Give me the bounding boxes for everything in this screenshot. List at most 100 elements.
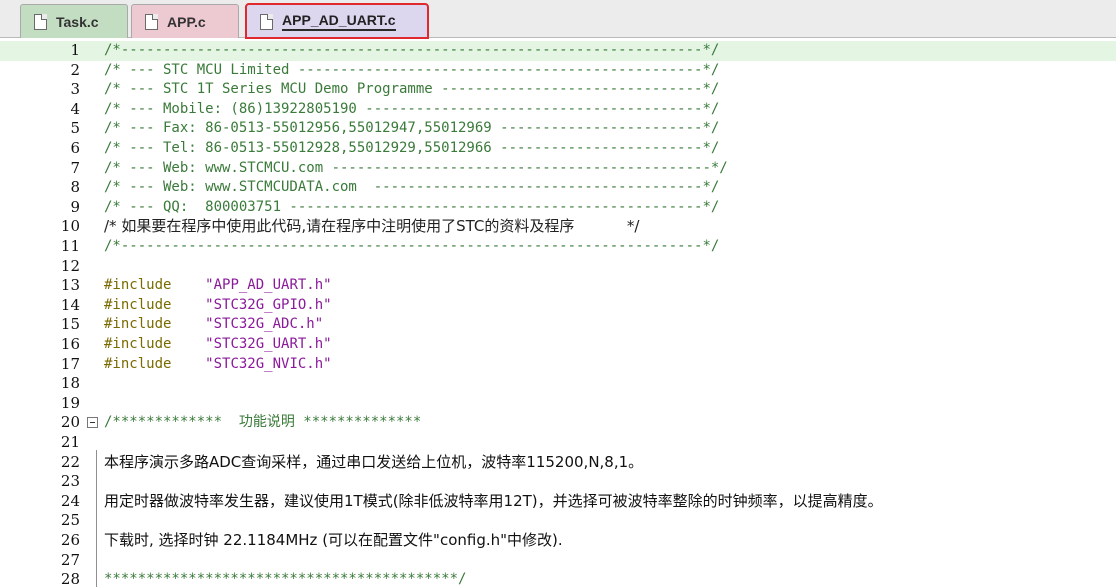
- tab-task-c[interactable]: Task.c: [20, 4, 128, 38]
- line-number: 27: [60, 550, 80, 569]
- line-number: 6: [70, 139, 80, 157]
- code-text: 下载时, 选择时钟 22.1184MHz (可以在配置文件"config.h"中…: [104, 531, 563, 552]
- code-line[interactable]: 16 #include "STC32G_UART.h": [0, 335, 1116, 355]
- line-number: 28: [60, 570, 80, 587]
- include-path-string: "APP_AD_UART.h": [205, 277, 332, 294]
- code-text: 用定时器做波特率发生器，建议使用1T模式(除非低波特率用12T)，并选择可被波特…: [104, 492, 883, 513]
- code-line-text: /*--------------------------------------…: [104, 238, 720, 254]
- code-line[interactable]: 7 /* --- Web: www.STCMCU.com ------------…: [0, 159, 1116, 179]
- code-line[interactable]: 2 /* --- STC MCU Limited ----------------…: [0, 61, 1116, 81]
- code-line-text: 下载时, 选择时钟 22.1184MHz (可以在配置文件"config.h"中…: [104, 531, 563, 549]
- code-line-text: /*--------------------------------------…: [104, 42, 720, 58]
- line-number: 1: [70, 41, 80, 59]
- code-text: /* --- Web: www.STCMCUDATA.com ---------…: [104, 178, 719, 198]
- line-number: 22: [60, 452, 80, 471]
- include-path-string: "STC32G_GPIO.h": [205, 296, 332, 313]
- code-text: /*--------------------------------------…: [104, 41, 719, 61]
- line-number: 12: [60, 256, 80, 275]
- line-number: 19: [60, 393, 80, 412]
- code-line[interactable]: 26 下载时, 选择时钟 22.1184MHz (可以在配置文件"config.h…: [0, 531, 1116, 551]
- code-text: /* --- STC 1T Series MCU Demo Programme …: [104, 80, 719, 100]
- code-line-text: 用定时器做波特率发生器，建议使用1T模式(除非低波特率用12T)，并选择可被波特…: [104, 491, 883, 510]
- line-number: 10: [60, 217, 80, 236]
- code-line[interactable]: 20 /************* 功能说明 **************: [0, 413, 1116, 433]
- include-directive: #include: [104, 316, 172, 333]
- code-line-text: /* --- Fax: 86-0513-55012956,55012947,55…: [104, 120, 720, 137]
- code-line[interactable]: 11 /*------------------------------------…: [0, 237, 1116, 257]
- code-line[interactable]: 21: [0, 433, 1116, 453]
- code-line[interactable]: 25: [0, 511, 1116, 531]
- code-line-text: /* --- Tel: 86-0513-55012928,55012929,55…: [104, 140, 720, 156]
- include-path-string: "STC32G_UART.h": [205, 336, 332, 352]
- code-text: /* --- Mobile: (86)13922805190 ---------…: [104, 100, 719, 120]
- code-line-text: /* --- STC 1T Series MCU Demo Programme …: [104, 81, 720, 98]
- file-icon: [260, 13, 273, 30]
- code-line-text: /* --- Web: www.STCMCUDATA.com ---------…: [104, 179, 720, 196]
- code-line-text: /************* 功能说明 **************: [104, 414, 422, 431]
- code-line[interactable]: 10 /* 如果要在程序中使用此代码,请在程序中注明使用了STC的资料及程序 */: [0, 217, 1116, 237]
- code-line[interactable]: 19: [0, 394, 1116, 414]
- code-text: /* --- Web: www.STCMCU.com -------------…: [104, 159, 728, 179]
- code-line[interactable]: 22 本程序演示多路ADC查询采样，通过串口发送给上位机，波特率115200,N,…: [0, 453, 1116, 473]
- include-directive: #include: [104, 355, 172, 372]
- line-number: 8: [70, 178, 80, 197]
- code-text: /*--------------------------------------…: [104, 237, 719, 257]
- code-line-text: /* --- QQ: 800003751 -------------------…: [104, 198, 720, 215]
- code-line[interactable]: 14 #include "STC32G_GPIO.h": [0, 296, 1116, 316]
- code-text: ****************************************…: [104, 570, 466, 587]
- code-text: /* --- Tel: 86-0513-55012928,55012929,55…: [104, 139, 719, 159]
- code-line-text: /* --- Mobile: (86)13922805190 ---------…: [104, 100, 720, 117]
- line-number: 21: [60, 433, 80, 451]
- line-number: 5: [70, 119, 80, 138]
- line-number: 9: [70, 197, 80, 216]
- include-path-string: "STC32G_ADC.h": [205, 316, 324, 333]
- tab-label: Task.c: [56, 13, 99, 30]
- code-line[interactable]: 5 /* --- Fax: 86-0513-55012956,55012947,5…: [0, 119, 1116, 139]
- code-line[interactable]: 6 /* --- Tel: 86-0513-55012928,55012929,5…: [0, 139, 1116, 159]
- code-line-text: /* --- Web: www.STCMCU.com -------------…: [104, 159, 728, 176]
- code-text: #include "STC32G_UART.h": [104, 335, 332, 355]
- code-line[interactable]: 18: [0, 374, 1116, 394]
- code-text: /************* 功能说明 **************: [104, 413, 421, 433]
- code-text: /* 如果要在程序中使用此代码,请在程序中注明使用了STC的资料及程序 */: [104, 217, 639, 238]
- code-line[interactable]: 8 /* --- Web: www.STCMCUDATA.com --------…: [0, 178, 1116, 198]
- file-icon: [145, 13, 158, 30]
- include-directive: #include: [104, 277, 172, 294]
- code-text: /* --- Fax: 86-0513-55012956,55012947,55…: [104, 119, 719, 139]
- code-text: /* --- QQ: 800003751 -------------------…: [104, 198, 719, 218]
- line-number: 14: [60, 295, 80, 314]
- include-directive: #include: [104, 296, 172, 313]
- line-number: 7: [70, 158, 80, 177]
- line-number: 23: [60, 472, 80, 491]
- code-text: #include "APP_AD_UART.h": [104, 276, 332, 296]
- line-number: 4: [70, 99, 80, 118]
- code-line[interactable]: 12: [0, 257, 1116, 277]
- line-number: 18: [60, 374, 80, 393]
- line-number: 16: [60, 335, 80, 353]
- code-line[interactable]: 13 #include "APP_AD_UART.h": [0, 276, 1116, 296]
- code-line[interactable]: 23: [0, 472, 1116, 492]
- code-line[interactable]: 9 /* --- QQ: 800003751 ------------------…: [0, 198, 1116, 218]
- code-line[interactable]: 24 用定时器做波特率发生器，建议使用1T模式(除非低波特率用12T)，并选择可被…: [0, 492, 1116, 512]
- line-number: 15: [60, 315, 80, 334]
- tab-app-ad-uart-c[interactable]: APP_AD_UART.c: [245, 3, 429, 39]
- code-text: #include "STC32G_GPIO.h": [104, 296, 332, 316]
- tab-label: APP_AD_UART.c: [282, 12, 396, 31]
- tab-app-c[interactable]: APP.c: [131, 4, 239, 38]
- code-line[interactable]: 27: [0, 551, 1116, 571]
- code-line[interactable]: 1 /*-------------------------------------…: [0, 41, 1116, 61]
- file-icon: [34, 13, 47, 30]
- code-line[interactable]: 15 #include "STC32G_ADC.h": [0, 315, 1116, 335]
- code-line[interactable]: 3 /* --- STC 1T Series MCU Demo Programme…: [0, 80, 1116, 100]
- fold-toggle-icon[interactable]: [87, 417, 98, 429]
- code-line[interactable]: 28 **************************************…: [0, 570, 1116, 587]
- code-editor[interactable]: 1 /*-------------------------------------…: [0, 39, 1116, 587]
- line-number: 17: [60, 354, 80, 373]
- code-line[interactable]: 17 #include "STC32G_NVIC.h": [0, 355, 1116, 375]
- code-line-text: 本程序演示多路ADC查询采样，通过串口发送给上位机，波特率115200,N,8,…: [104, 452, 644, 471]
- line-number: 11: [60, 237, 80, 255]
- code-line[interactable]: 4 /* --- Mobile: (86)13922805190 --------…: [0, 100, 1116, 120]
- include-path-string: "STC32G_NVIC.h": [205, 355, 332, 372]
- code-line-text: /* 如果要在程序中使用此代码,请在程序中注明使用了STC的资料及程序 */: [104, 217, 640, 236]
- line-number: 26: [60, 531, 80, 549]
